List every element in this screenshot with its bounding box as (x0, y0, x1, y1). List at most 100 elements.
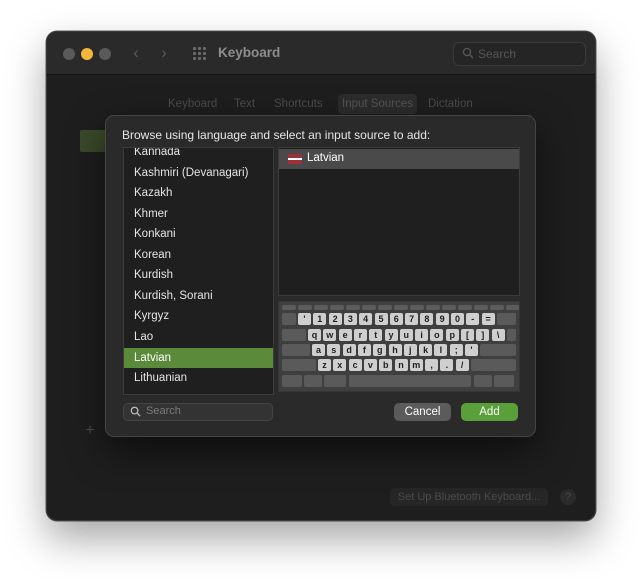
tab-input-sources[interactable]: Input Sources (338, 94, 417, 114)
key-0-0: ' (298, 313, 311, 325)
key-0-11: - (466, 313, 480, 325)
key-0-6: 6 (389, 313, 403, 325)
key-3-9: / (455, 359, 469, 371)
key-3-8: . (440, 359, 454, 371)
function-key (298, 305, 312, 310)
key-2-8: l (434, 344, 448, 356)
language-item[interactable]: Kurdish, Sorani (124, 286, 273, 306)
key-2-10: ' (465, 344, 478, 356)
input-source-item-latvian[interactable]: Latvian (279, 149, 519, 169)
language-search-field[interactable]: Search (123, 403, 273, 421)
sheet-title: Browse using language and select an inpu… (122, 128, 431, 142)
modifier-key (282, 313, 296, 325)
function-key (378, 305, 392, 310)
zoom-button[interactable] (99, 48, 111, 60)
key-1-8: o (430, 329, 444, 341)
language-item[interactable]: Korean (124, 245, 273, 265)
key-3-1: x (333, 359, 347, 371)
key-1-12: \ (491, 329, 505, 341)
key-3-4: b (379, 359, 393, 371)
key-0-9: 9 (435, 313, 449, 325)
close-button[interactable] (63, 48, 75, 60)
function-key (426, 305, 440, 310)
search-icon (130, 406, 141, 417)
key-1-7: i (415, 329, 429, 341)
key-0-3: 3 (343, 313, 357, 325)
language-item[interactable]: Kannada (124, 148, 273, 162)
key-1-3: r (353, 329, 367, 341)
key-2-3: f (357, 344, 371, 356)
key-0-2: 2 (328, 313, 342, 325)
key-0-8: 8 (420, 313, 434, 325)
add-button[interactable]: Add (461, 403, 518, 421)
key-1-0: q (308, 329, 321, 341)
minimize-button[interactable] (81, 48, 93, 60)
search-placeholder: Search (146, 405, 181, 417)
input-source-flag-icon (80, 130, 108, 152)
help-button[interactable]: ? (560, 489, 576, 505)
back-chevron-icon[interactable]: ‹ (127, 43, 145, 63)
key-2-1: s (327, 344, 341, 356)
function-key (490, 305, 504, 310)
key-2-5: h (388, 344, 402, 356)
key-3-3: v (363, 359, 377, 371)
modifier-key (282, 329, 306, 341)
space-bar-key (349, 375, 471, 387)
function-key (346, 305, 360, 310)
key-1-2: e (338, 329, 352, 341)
modifier-key (282, 344, 310, 356)
key-0-7: 7 (405, 313, 419, 325)
modifier-key (480, 344, 516, 356)
key-2-7: k (419, 344, 433, 356)
language-item[interactable]: Kurdish (124, 265, 273, 285)
tab-shortcuts[interactable]: Shortcuts (274, 94, 323, 114)
tab-dictation[interactable]: Dictation (428, 94, 473, 114)
latvia-flag (288, 154, 302, 164)
function-key (282, 305, 296, 310)
modifier-key (471, 359, 516, 371)
key-1-9: p (445, 329, 459, 341)
language-item[interactable]: Khmer (124, 204, 273, 224)
language-item[interactable]: Lithuanian (124, 368, 273, 388)
cancel-button[interactable]: Cancel (394, 403, 451, 421)
language-item-selected[interactable]: Latvian (124, 348, 273, 368)
language-item[interactable]: Kazakh (124, 183, 273, 203)
key-2-0: a (312, 344, 325, 356)
key-1-6: u (399, 329, 413, 341)
key-1-5: y (384, 329, 398, 341)
modifier-key (494, 375, 514, 387)
key-3-0: z (318, 359, 331, 371)
tab-keyboard[interactable]: Keyboard (168, 94, 217, 114)
function-key (362, 305, 376, 310)
function-key (394, 305, 408, 310)
tab-text[interactable]: Text (234, 94, 255, 114)
modifier-key (324, 375, 346, 387)
language-item[interactable]: Kashmiri (Devanagari) (124, 163, 273, 183)
key-0-5: 5 (374, 313, 388, 325)
key-3-7: , (425, 359, 439, 371)
key-0-1: 1 (313, 313, 327, 325)
key-3-5: n (394, 359, 408, 371)
add-input-source-button[interactable]: + (80, 422, 100, 440)
language-item[interactable]: Lao (124, 327, 273, 347)
window-title: Keyboard (218, 45, 281, 60)
language-item[interactable]: Konkani (124, 224, 273, 244)
language-list[interactable]: Kannada Kashmiri (Devanagari) Kazakh Khm… (123, 147, 274, 395)
modifier-key (282, 375, 302, 387)
setup-bluetooth-keyboard-button[interactable]: Set Up Bluetooth Keyboard... (390, 488, 548, 506)
key-2-9: ; (449, 344, 463, 356)
key-3-2: c (348, 359, 362, 371)
key-1-11: ] (476, 329, 490, 341)
function-key (410, 305, 424, 310)
modifier-key (496, 313, 516, 325)
search-field[interactable]: Search (453, 42, 586, 66)
key-0-4: 4 (359, 313, 373, 325)
forward-chevron-icon[interactable]: › (155, 43, 173, 63)
input-source-label: Latvian (307, 152, 345, 164)
grid-icon[interactable] (193, 47, 207, 61)
key-0-10: 0 (451, 313, 464, 325)
input-source-list[interactable]: Latvian (278, 147, 520, 296)
function-key (474, 305, 488, 310)
function-key (330, 305, 344, 310)
language-item[interactable]: Kyrgyz (124, 306, 273, 326)
